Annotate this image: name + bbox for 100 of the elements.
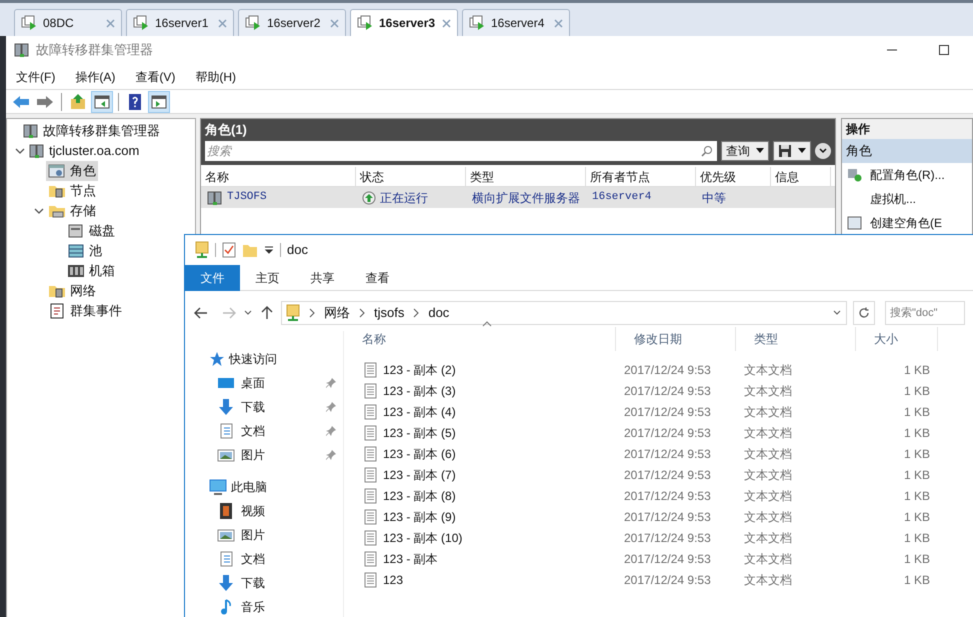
section-header: 角色 <box>842 139 972 163</box>
column-header[interactable]: 状态 <box>356 167 466 186</box>
menu-item[interactable]: 文件(F) <box>16 68 56 86</box>
star-icon <box>209 351 225 367</box>
expand-button[interactable] <box>815 143 831 159</box>
tree-item[interactable]: 机箱 <box>65 261 117 281</box>
action-link[interactable]: 创建空角色(E <box>870 214 942 232</box>
address-bar[interactable]: 网络 tjsofs doc <box>281 301 847 325</box>
action-link[interactable]: 配置角色(R)... <box>870 166 945 184</box>
search-field[interactable]: 搜索 <box>205 141 717 161</box>
nav-item[interactable]: 此电脑 <box>209 475 339 499</box>
file-name[interactable]: 123 - 副本 (5) <box>383 424 456 442</box>
nav-label: 桌面 <box>241 375 265 392</box>
back-arrow-icon[interactable] <box>193 305 209 321</box>
vm-tab[interactable]: 16server1 <box>126 9 234 36</box>
file-size: 1 KB <box>902 446 931 462</box>
log-icon <box>48 303 66 319</box>
vm-icon <box>133 15 149 31</box>
menu-item[interactable]: 帮助(H) <box>195 68 236 86</box>
nav-item[interactable]: 下载 <box>217 574 337 592</box>
tree-item-label: 磁盘 <box>89 222 115 240</box>
nav-item[interactable]: 快速访问 <box>209 347 339 371</box>
refresh-button[interactable] <box>853 301 875 325</box>
table-row[interactable]: TJSOFS 正在运行 横向扩展文件服务器 16server4 中等 <box>201 187 835 208</box>
file-name[interactable]: 123 - 副本 (3) <box>383 382 456 400</box>
column-header[interactable]: 信息 <box>771 167 831 186</box>
tree-item[interactable]: 群集事件 <box>46 301 124 321</box>
file-name[interactable]: 123 - 副本 <box>383 550 438 568</box>
chevron-down-icon[interactable] <box>34 206 44 216</box>
column-header[interactable]: 名称 <box>201 167 356 186</box>
file-name[interactable]: 123 - 副本 (2) <box>383 360 456 378</box>
ribbon-tab[interactable]: 主页 <box>240 265 295 291</box>
tree-item[interactable]: 网络 <box>46 281 98 301</box>
tree-item[interactable]: 存储 <box>46 201 98 221</box>
checklist-icon[interactable] <box>222 242 236 258</box>
ribbon-tab[interactable]: 共享 <box>295 265 350 291</box>
column-header[interactable]: 类型 <box>466 167 586 186</box>
ribbon-tab[interactable]: 查看 <box>350 265 405 291</box>
tree-item[interactable]: 角色 <box>46 161 98 181</box>
column-header[interactable]: 大小 <box>856 327 938 351</box>
file-name[interactable]: 123 <box>383 570 404 588</box>
pin-icon[interactable] <box>325 449 337 461</box>
breadcrumb-item[interactable]: tjsofs <box>374 303 404 323</box>
tree-item[interactable]: tjcluster.oa.com <box>27 141 142 161</box>
nav-label: 快速访问 <box>229 351 277 368</box>
panel-left-button[interactable] <box>91 90 113 112</box>
panel-right-button[interactable] <box>148 90 170 112</box>
file-name[interactable]: 123 - 副本 (9) <box>383 508 456 526</box>
nav-item[interactable]: 视频 <box>217 502 337 520</box>
file-size: 1 KB <box>902 404 931 420</box>
nav-item[interactable]: 图片 <box>217 526 337 544</box>
column-header[interactable]: 名称 <box>344 327 616 351</box>
breadcrumb-item[interactable]: doc <box>428 303 450 323</box>
query-button[interactable]: 查询 <box>721 141 769 161</box>
vm-tab[interactable]: 08DC <box>14 9 122 36</box>
tree-item[interactable]: 故障转移群集管理器 <box>21 121 162 141</box>
file-name[interactable]: 123 - 副本 (8) <box>383 486 456 504</box>
tree-item[interactable]: 池 <box>65 241 104 261</box>
column-header[interactable]: 所有者节点 <box>586 167 696 186</box>
search-field[interactable]: 搜索"doc" <box>885 301 965 325</box>
file-name[interactable]: 123 - 副本 (10) <box>383 528 462 546</box>
pin-icon[interactable] <box>325 377 337 389</box>
text-file-icon <box>364 466 377 482</box>
nav-item[interactable]: 下载 <box>217 398 325 416</box>
up-arrow-icon[interactable] <box>259 305 275 321</box>
nav-item[interactable]: 桌面 <box>217 374 325 392</box>
pin-icon[interactable] <box>325 401 337 413</box>
tree-item[interactable]: 磁盘 <box>65 221 117 241</box>
table-cell-text: 横向扩展文件服务器 <box>471 190 581 206</box>
vm-tab[interactable]: 16server4 <box>462 9 570 36</box>
menu-item[interactable]: 操作(A) <box>75 68 116 86</box>
action-link[interactable]: 虚拟机... <box>870 190 916 208</box>
vm-tab[interactable]: 16server3 <box>350 9 458 36</box>
dropdown-icon[interactable] <box>264 245 274 255</box>
tree-item-label: 网络 <box>70 282 96 300</box>
chevron-right-icon[interactable] <box>358 308 366 318</box>
column-header[interactable]: 类型 <box>736 327 856 351</box>
file-size: 1 KB <box>902 466 931 484</box>
file-name[interactable]: 123 - 副本 (7) <box>383 466 456 484</box>
nav-item[interactable]: 文档 <box>217 550 337 568</box>
file-name[interactable]: 123 - 副本 (4) <box>383 402 456 420</box>
nav-item[interactable]: 文档 <box>217 422 325 440</box>
maximize-icon[interactable] <box>939 45 949 55</box>
nav-item[interactable]: 图片 <box>217 446 325 464</box>
save-button[interactable] <box>773 141 811 161</box>
nav-item[interactable]: 音乐 <box>217 598 337 616</box>
column-header[interactable]: 优先级 <box>696 167 771 186</box>
chevron-down-icon[interactable] <box>15 146 25 156</box>
pin-icon[interactable] <box>325 425 337 437</box>
file-name[interactable]: 123 - 副本 (6) <box>383 444 456 462</box>
chevron-right-icon[interactable] <box>412 308 420 318</box>
column-header[interactable]: 修改日期 <box>616 327 736 351</box>
breadcrumb-item[interactable]: 网络 <box>324 303 350 323</box>
close-icon[interactable] <box>442 18 451 28</box>
ribbon-tab[interactable]: 文件 <box>185 265 240 291</box>
chevron-right-icon[interactable] <box>308 308 316 318</box>
search-icon[interactable] <box>701 145 713 157</box>
vm-tab[interactable]: 16server2 <box>238 9 346 36</box>
menu-item[interactable]: 查看(V) <box>135 68 176 86</box>
tree-item[interactable]: 节点 <box>46 181 98 201</box>
